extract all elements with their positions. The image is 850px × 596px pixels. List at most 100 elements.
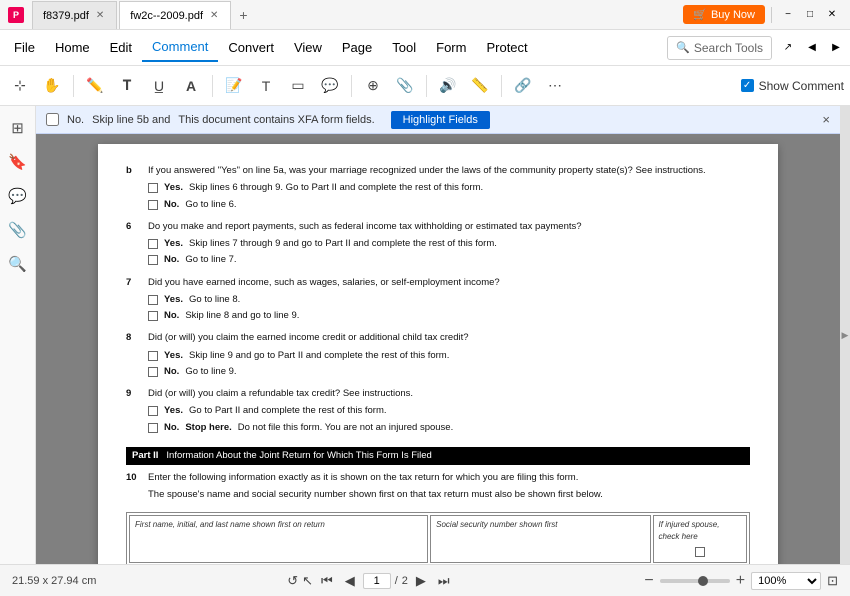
label-yes-9: Yes. [164,404,183,418]
detail-no-6: Go to line 7. [185,253,236,267]
menu-file[interactable]: File [4,34,45,62]
fit-page-button[interactable]: ⊡ [827,573,838,589]
detail-no-7: Skip line 8 and go to line 9. [185,309,299,323]
sep4 [426,75,427,97]
col2-input[interactable] [436,531,644,547]
search-icon: 🔍 [676,41,690,54]
prev-page-button[interactable]: ◀ [341,571,359,591]
link-btn[interactable]: 🔗 [509,72,537,100]
line-9-num: 9 [126,387,142,401]
rotate-left-btn[interactable]: ↺ [287,573,298,589]
menu-convert[interactable]: Convert [218,34,284,62]
menu-view[interactable]: View [284,34,332,62]
attachments-btn[interactable]: 📎 [4,216,32,244]
xfa-close-button[interactable]: × [822,112,830,127]
zoom-select[interactable]: 100% 75% 125% 150% Fit Page Fit Width [751,572,821,590]
last-page-button[interactable]: ⏭ [434,571,454,591]
line-6-num: 6 [126,220,142,234]
back-button[interactable]: ◀ [802,38,822,58]
detail-no-b: Go to line 6. [185,198,236,212]
menu-protect[interactable]: Protect [476,34,537,62]
add-tab-button[interactable]: + [233,7,253,23]
checkbox-no-6[interactable] [148,255,158,265]
close-button[interactable]: ✕ [822,5,842,25]
cursor-btn[interactable]: ↖ [302,573,313,589]
label-no-8: No. [164,365,179,379]
more-btn[interactable]: ⋯ [541,72,569,100]
zoom-controls: − + 100% 75% 125% 150% Fit Page Fit Widt… [644,572,838,590]
pdf-viewport[interactable]: b If you answered "Yes" on line 5a, was … [36,134,840,564]
menu-edit[interactable]: Edit [100,34,142,62]
checkbox-no-9[interactable] [148,423,158,433]
zoom-out-button[interactable]: − [644,572,653,590]
callout-btn[interactable]: 💬 [316,72,344,100]
checkbox-yes-7[interactable] [148,295,158,305]
find-btn[interactable]: 🔍 [4,250,32,278]
highlight-tool-btn[interactable]: 𝐓 [113,72,141,100]
checkbox-no-8[interactable] [148,367,158,377]
shape-btn[interactable]: ▭ [284,72,312,100]
show-comment-checkbox[interactable] [741,79,754,92]
table-col2: Social security number shown first [430,515,650,563]
text-note-btn[interactable]: T [252,72,280,100]
zoom-slider[interactable] [660,579,730,583]
checkbox-yes-9[interactable] [148,406,158,416]
menu-tool[interactable]: Tool [382,34,426,62]
attach-btn[interactable]: 📎 [391,72,419,100]
next-page-button[interactable]: ▶ [412,571,430,591]
menu-comment[interactable]: Comment [142,34,218,62]
buy-now-button[interactable]: 🛒 Buy Now [683,5,765,24]
comments-btn[interactable]: 💬 [4,182,32,210]
menu-home[interactable]: Home [45,34,100,62]
forward-button[interactable]: ▶ [826,38,846,58]
measure-btn[interactable]: 📏 [466,72,494,100]
checkbox-no-7[interactable] [148,311,158,321]
pages-panel-btn[interactable]: ⊞ [4,114,32,142]
search-tools[interactable]: 🔍 Search Tools [667,36,772,60]
first-page-button[interactable]: ⏮ [317,571,337,591]
draw-tool-btn[interactable]: ✏️ [81,72,109,100]
tab-f8379[interactable]: f8379.pdf ✕ [32,1,117,29]
xfa-checkbox[interactable] [46,113,59,126]
external-link-button[interactable]: ↗ [778,38,798,58]
checkbox-yes-6[interactable] [148,239,158,249]
text-tool-btn[interactable]: A [177,72,205,100]
minimize-button[interactable]: − [778,5,798,25]
sticky-note-btn[interactable]: 📝 [220,72,248,100]
right-panel-handle[interactable]: ▶ [840,106,850,564]
checkbox-no-b[interactable] [148,200,158,210]
handle-icon: ▶ [842,330,849,341]
checkbox-yes-8[interactable] [148,351,158,361]
line-7-num: 7 [126,276,142,290]
page-number-input[interactable] [363,573,391,589]
tab-f8379-close[interactable]: ✕ [94,9,106,22]
col1-input[interactable] [135,531,422,547]
col1-header: First name, initial, and last name shown… [135,519,422,531]
menu-page[interactable]: Page [332,34,382,62]
stamp-btn[interactable]: ⊕ [359,72,387,100]
bookmarks-btn[interactable]: 🔖 [4,148,32,176]
form-row-b: b If you answered "Yes" on line 5a, was … [126,164,750,214]
maximize-button[interactable]: □ [800,5,820,25]
col3-checkbox[interactable] [659,543,741,559]
highlight-fields-button[interactable]: Highlight Fields [391,111,490,129]
injured-check-1[interactable] [695,547,705,557]
tab-fw2c-close[interactable]: ✕ [208,9,220,22]
menu-form[interactable]: Form [426,34,476,62]
tab-fw2c[interactable]: fw2c--2009.pdf ✕ [119,1,231,29]
zoom-thumb[interactable] [698,576,708,586]
titlebar: P f8379.pdf ✕ fw2c--2009.pdf ✕ + 🛒 Buy N… [0,0,850,30]
hand-tool-btn[interactable]: ✋ [38,72,66,100]
select-tool-btn[interactable]: ⊹ [6,72,34,100]
col3-header: If injured spouse, check here [659,519,741,543]
checkbox-yes-b[interactable] [148,183,158,193]
line-9-text: Did (or will) you claim a refundable tax… [148,387,750,401]
zoom-in-button[interactable]: + [736,572,745,590]
line-10-num: 10 [126,471,142,485]
underline-tool-btn[interactable]: U̲ [145,72,173,100]
statusbar: 21.59 x 27.94 cm ↺ ↖ ⏮ ◀ / 2 ▶ ⏭ − + 100… [0,564,850,596]
line-8-text: Did (or will) you claim the earned incom… [148,331,750,345]
audio-btn[interactable]: 🔊 [434,72,462,100]
label-no-6: No. [164,253,179,267]
form-row-9: 9 Did (or will) you claim a refundable t… [126,387,750,437]
